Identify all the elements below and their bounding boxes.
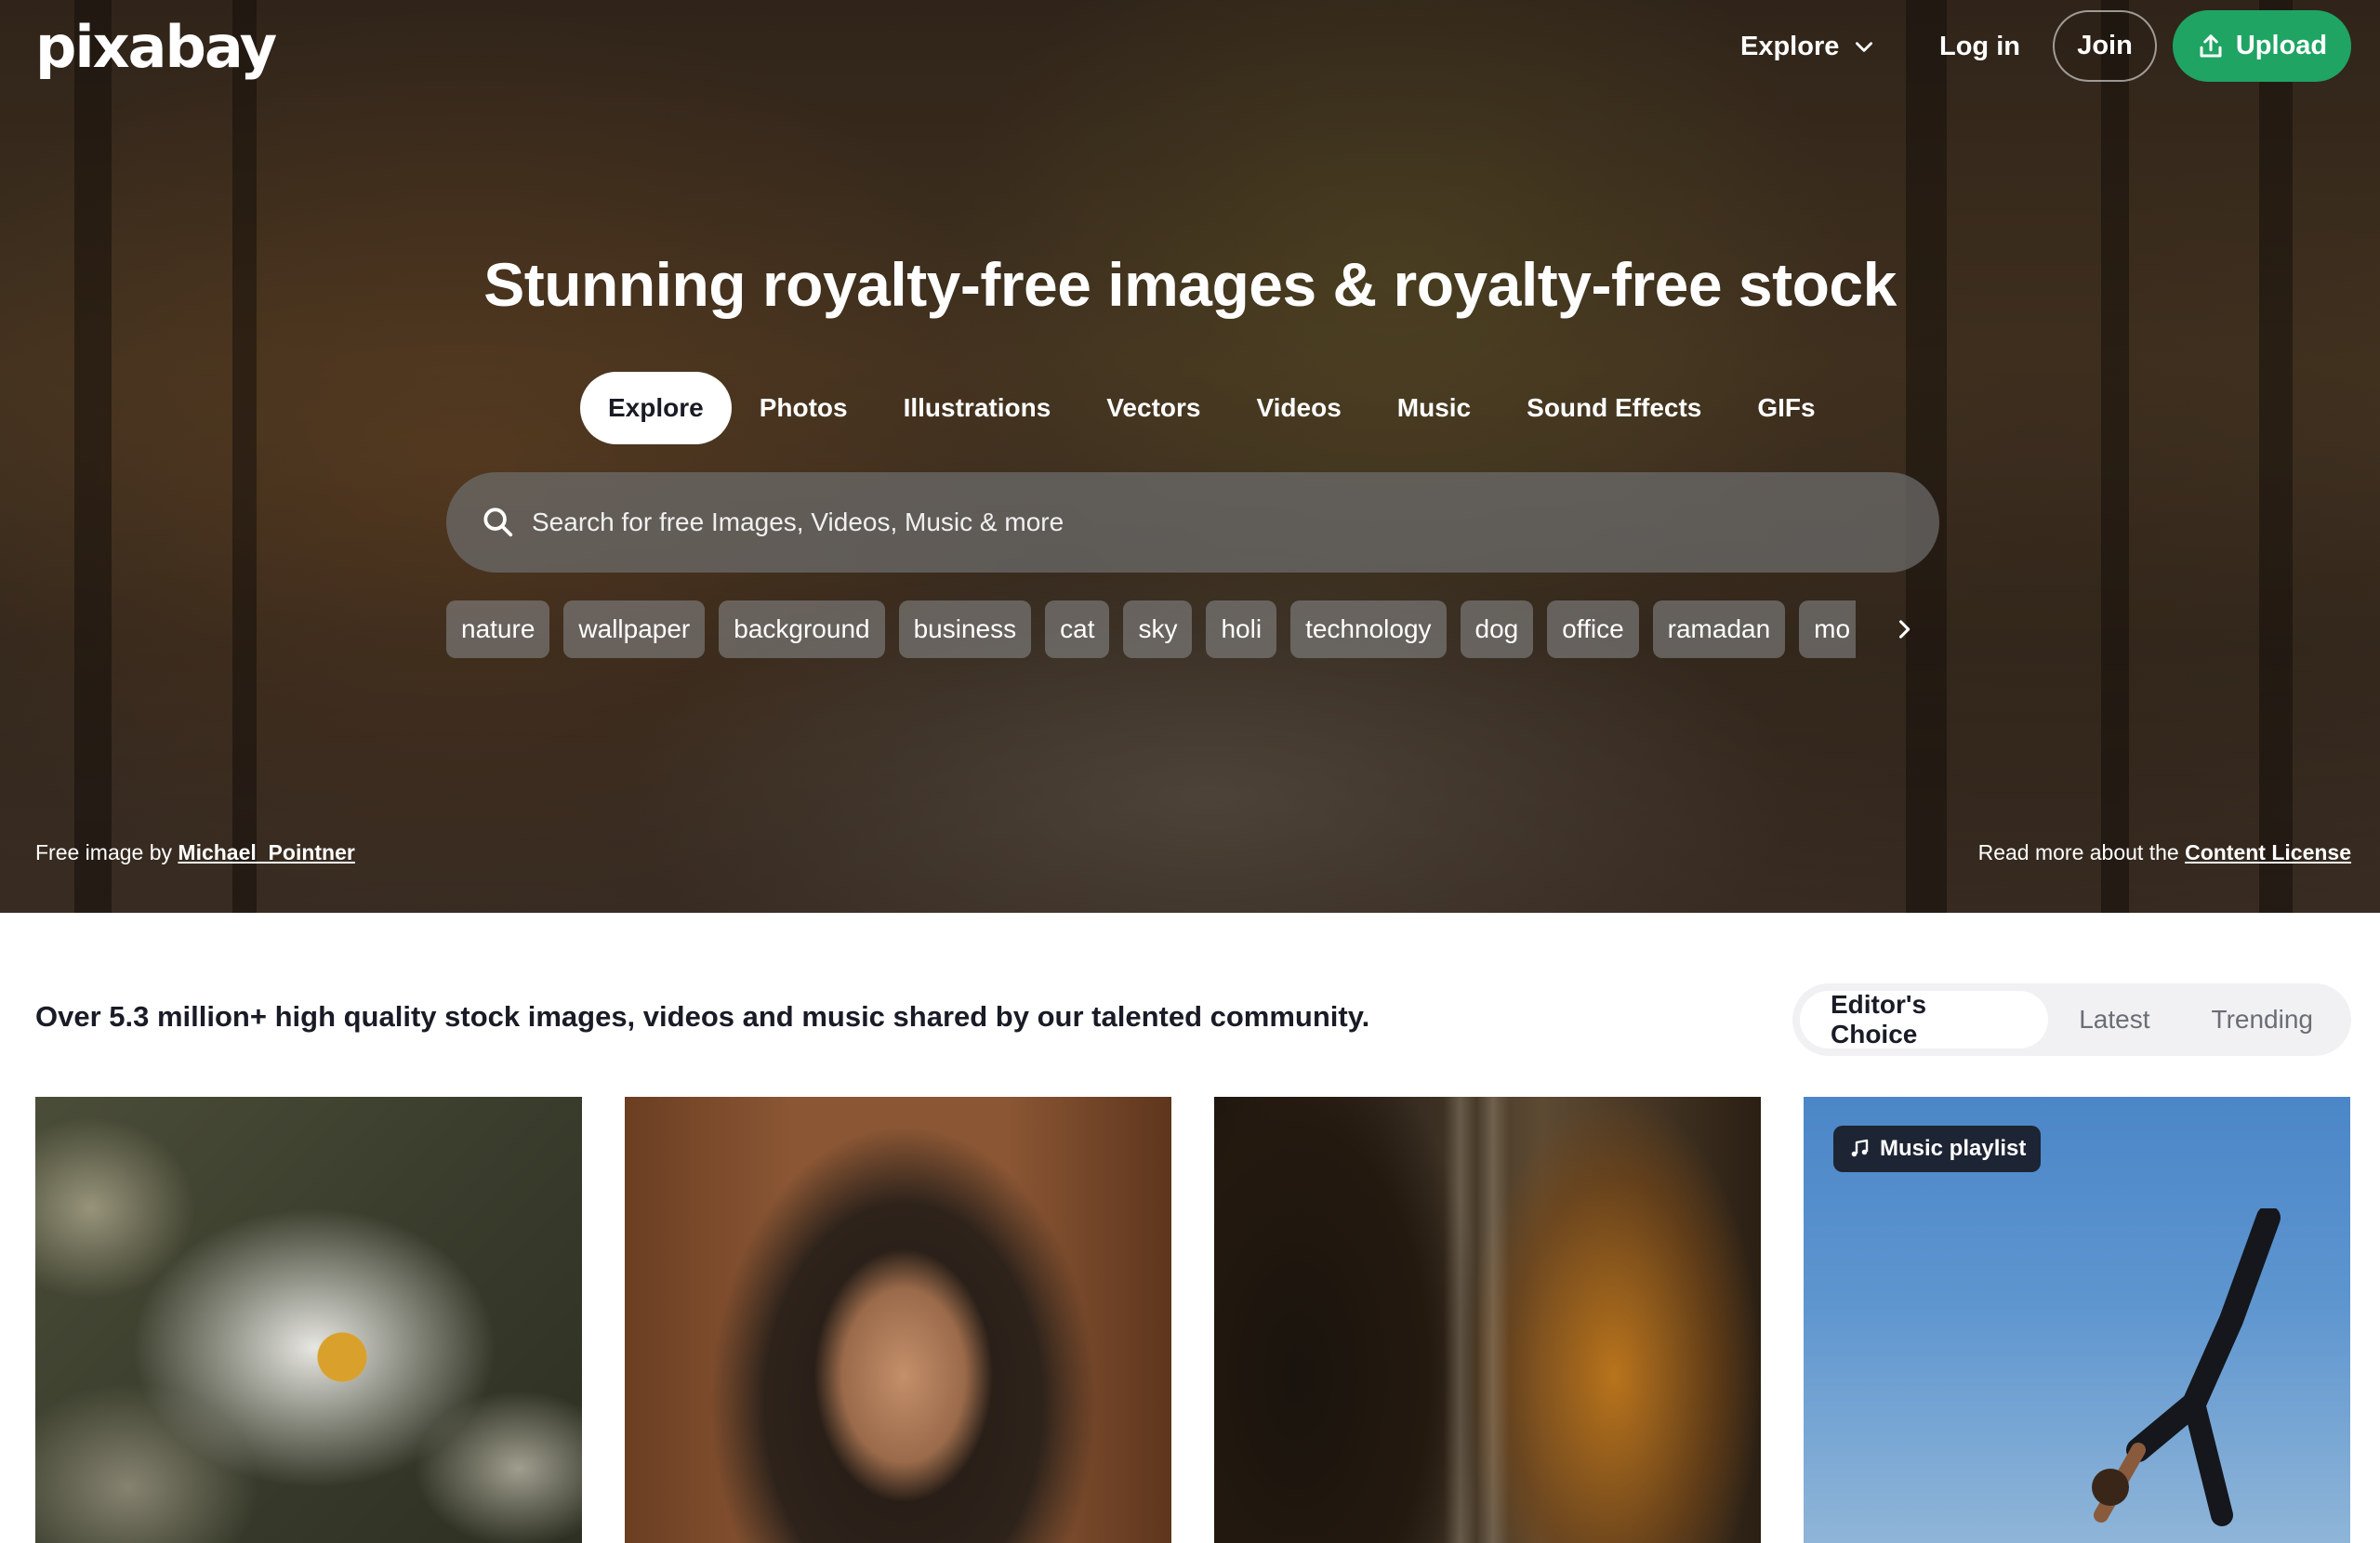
tab-latest[interactable]: Latest [2048, 991, 2180, 1048]
tags-next-button[interactable] [1885, 609, 1923, 650]
tab-vectors[interactable]: Vectors [1078, 372, 1228, 444]
tab-videos[interactable]: Videos [1228, 372, 1368, 444]
hero-headline: Stunning royalty-free images & royalty-f… [483, 250, 1897, 319]
image-author-link[interactable]: Michael_Pointner [178, 840, 354, 864]
music-playlist-label: Music playlist [1880, 1136, 2027, 1161]
tag-chip[interactable]: office [1547, 600, 1639, 658]
hero-section: pixabay Explore Log in Join Upload Stunn… [0, 0, 2380, 913]
chevron-right-icon [1898, 620, 1911, 639]
music-playlist-badge: Music playlist [1833, 1126, 2042, 1172]
search-input[interactable] [532, 472, 1908, 573]
tab-illustrations[interactable]: Illustrations [876, 372, 1079, 444]
music-note-icon [1851, 1139, 1869, 1157]
tag-chip[interactable]: business [898, 600, 1032, 658]
tab-trending[interactable]: Trending [2181, 991, 2344, 1048]
search-bar [446, 472, 1939, 573]
sort-tabs: Editor's Choice Latest Trending [1792, 983, 2351, 1056]
explore-menu[interactable]: Explore [1740, 20, 1876, 73]
tag-chip[interactable]: background [719, 600, 885, 658]
tab-editors-choice[interactable]: Editor's Choice [1800, 990, 2049, 1048]
upload-button[interactable]: Upload [2173, 10, 2351, 82]
tag-chip[interactable]: holi [1206, 600, 1277, 658]
join-button[interactable]: Join [2053, 10, 2157, 82]
community-tagline: Over 5.3 million+ high quality stock ima… [35, 1000, 1370, 1033]
image-thumbnail[interactable] [35, 1097, 582, 1543]
yoga-figure-image [2092, 1208, 2281, 1526]
music-playlist-thumbnail[interactable]: Music playlist [1804, 1097, 2350, 1543]
upload-icon [2200, 33, 2222, 57]
image-thumbnail[interactable] [625, 1097, 1171, 1543]
upload-button-label: Upload [2235, 31, 2328, 60]
tag-chip[interactable]: technology [1290, 600, 1447, 658]
image-thumbnail[interactable] [1214, 1097, 1761, 1543]
tag-chip[interactable]: cat [1045, 600, 1110, 658]
media-type-tabs: Explore Photos Illustrations Vectors Vid… [580, 372, 1844, 444]
pixabay-logo[interactable]: pixabay [35, 13, 277, 81]
content-license-link[interactable]: Content License [2185, 840, 2351, 864]
chevron-down-icon [1856, 42, 1873, 52]
tag-chip[interactable]: mo [1799, 600, 1856, 658]
hero-overlay [0, 0, 2380, 913]
tag-chip[interactable]: wallpaper [563, 600, 706, 658]
image-credit-prefix: Free image by [35, 840, 178, 864]
tab-photos[interactable]: Photos [732, 372, 876, 444]
tab-music[interactable]: Music [1369, 372, 1499, 444]
license-note-prefix: Read more about the [1977, 840, 2186, 864]
explore-menu-label: Explore [1740, 31, 1840, 61]
license-note: Read more about the Content License [1978, 840, 2351, 865]
tag-chip[interactable]: nature [446, 600, 550, 658]
login-link[interactable]: Log in [1939, 20, 2020, 73]
popular-tags: nature wallpaper background business cat… [446, 600, 1856, 658]
search-icon[interactable] [480, 504, 515, 539]
tag-chip[interactable]: sky [1123, 600, 1193, 658]
tag-chip[interactable]: dog [1460, 600, 1534, 658]
image-credit: Free image by Michael_Pointner [35, 840, 355, 865]
tab-explore[interactable]: Explore [580, 372, 732, 444]
tag-chip[interactable]: ramadan [1652, 600, 1786, 658]
tab-sound-effects[interactable]: Sound Effects [1499, 372, 1729, 444]
tab-gifs[interactable]: GIFs [1729, 372, 1843, 444]
